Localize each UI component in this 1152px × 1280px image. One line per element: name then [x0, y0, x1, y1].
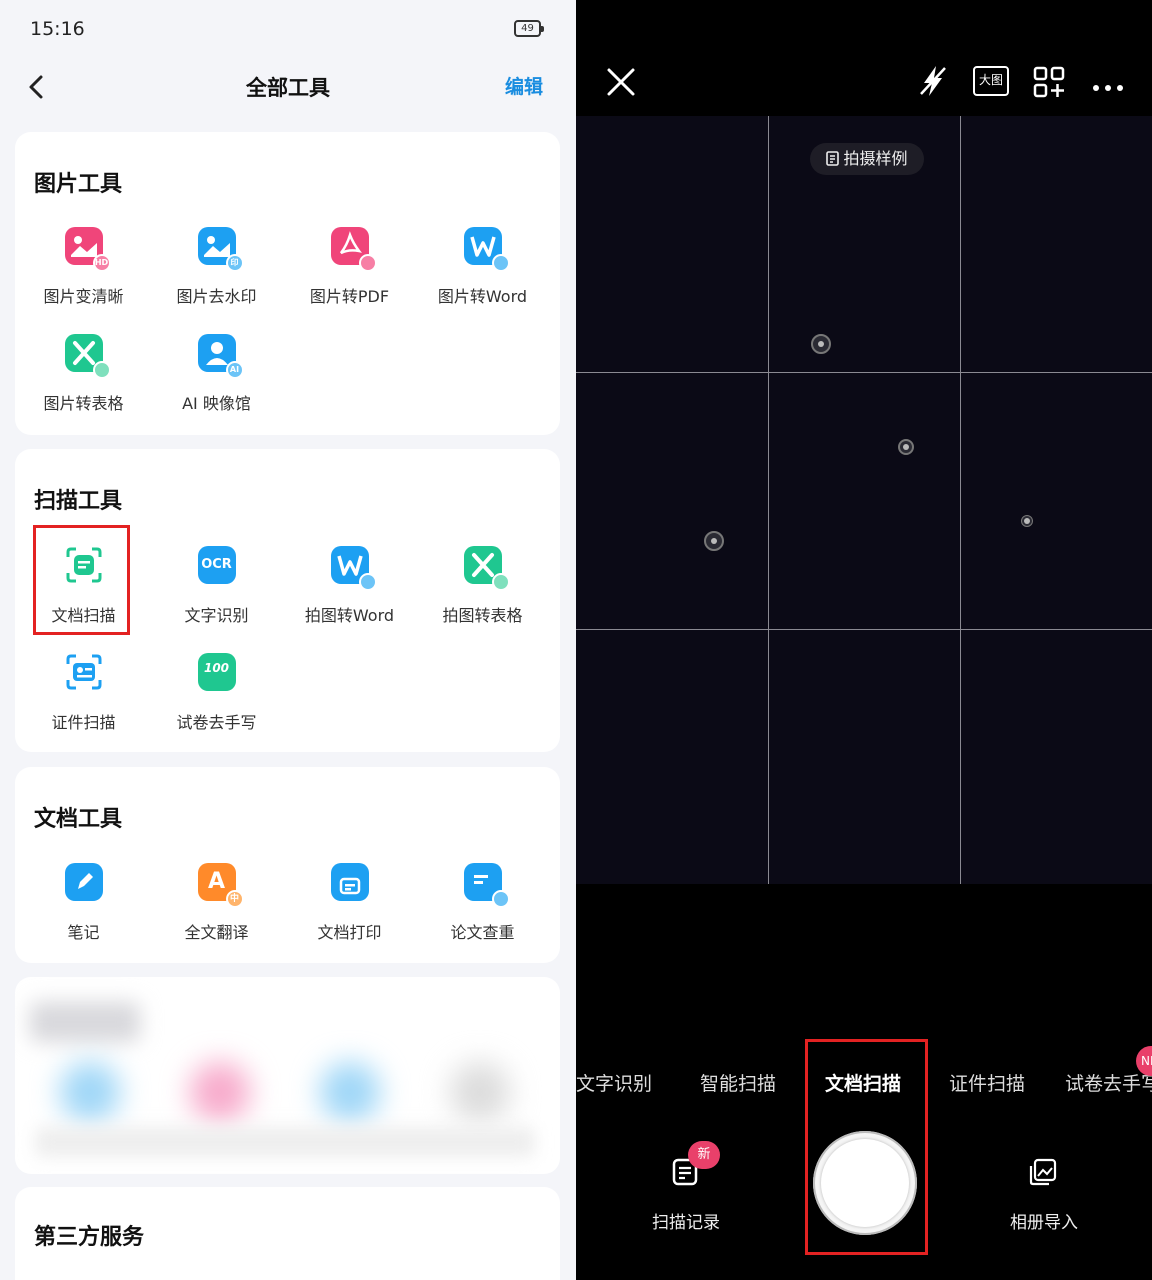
tool-note[interactable]: 笔记 [17, 863, 150, 943]
document-icon [826, 151, 840, 166]
translate-icon: A 中 [197, 863, 244, 908]
section-title: 扫描工具 [34, 489, 123, 514]
tool-exam-handwriting[interactable]: 100 试卷去手写 [150, 653, 283, 733]
tool-id-scan[interactable]: 证件扫描 [17, 653, 150, 733]
plagiarism-check-icon [463, 863, 510, 908]
highlight-box [805, 1039, 928, 1255]
close-icon [607, 68, 635, 96]
image-word-icon [463, 227, 510, 272]
tool-label: 文字识别 [184, 606, 249, 625]
light-dot [1021, 515, 1033, 527]
tool-label: 试卷去手写 [176, 713, 257, 732]
image-watermark-icon: 印 [197, 227, 244, 272]
all-tools-screen: 15:16 49 全部工具 编辑 图片工具 HD 图片变清晰 印 图片去水印 图… [0, 0, 576, 1280]
mode-exam-handwriting[interactable]: 试卷去手写 [1065, 1069, 1152, 1096]
more-button[interactable] [1092, 77, 1124, 96]
flash-off-button[interactable] [917, 64, 949, 102]
tool-label: 图片转PDF [309, 287, 390, 306]
note-icon [64, 863, 103, 901]
album-import-button[interactable] [1029, 1158, 1057, 1190]
tool-image-watermark[interactable]: 印 图片去水印 [150, 227, 283, 307]
grid-line [576, 372, 1152, 373]
tool-image-excel[interactable]: 图片转表格 [17, 334, 150, 414]
image-pdf-icon [330, 227, 377, 272]
tool-label: 文档打印 [317, 923, 382, 942]
tool-label: 图片转表格 [43, 394, 124, 413]
mode-ocr[interactable]: 文字识别 [576, 1069, 652, 1096]
tool-image-pdf[interactable]: 图片转PDF [283, 227, 416, 307]
grid-line [576, 629, 1152, 630]
light-dot [898, 439, 914, 455]
grid-add-icon [1033, 66, 1065, 98]
mode-id-scan[interactable]: 证件扫描 [949, 1069, 1025, 1096]
tool-ocr[interactable]: OCR 文字识别 [150, 546, 283, 626]
more-icon [1093, 85, 1123, 91]
highlight-box [33, 525, 130, 635]
id-scan-icon [65, 653, 103, 691]
battery-icon: 49 [514, 20, 544, 37]
tool-label: 图片转Word [437, 287, 528, 306]
exam-handwriting-icon: 100 [197, 653, 236, 691]
section-title: 第三方服务 [34, 1225, 145, 1250]
close-button[interactable] [606, 67, 636, 101]
photo-excel-icon [463, 546, 510, 591]
grid-add-button[interactable] [1033, 66, 1065, 102]
tool-ai-portrait[interactable]: AI AI 映像馆 [150, 334, 283, 414]
tool-image-word[interactable]: 图片转Word [416, 227, 549, 307]
image-tools-card: 图片工具 HD 图片变清晰 印 图片去水印 图片转PDF 图片转Word 图片转… [15, 132, 560, 435]
flash-off-icon [920, 66, 946, 96]
image-excel-icon [64, 334, 111, 379]
tool-photo-word[interactable]: 拍图转Word [283, 546, 416, 626]
tool-label: 全文翻译 [184, 923, 249, 942]
ai-portrait-icon: AI [197, 334, 244, 379]
tool-print[interactable]: 文档打印 [283, 863, 416, 943]
tool-image-hd[interactable]: HD 图片变清晰 [17, 227, 150, 307]
page-title: 全部工具 [246, 76, 330, 100]
tool-label: 证件扫描 [51, 713, 116, 732]
tool-plagiarism-check[interactable]: 论文查重 [416, 863, 549, 943]
big-image-button[interactable]: 大图 [973, 66, 1009, 96]
tool-label: 笔记 [67, 923, 100, 942]
third-party-card: 第三方服务 [15, 1187, 560, 1280]
mode-smart-scan[interactable]: 智能扫描 [700, 1069, 776, 1096]
edit-button[interactable]: 编辑 [505, 72, 543, 99]
tool-label: 图片变清晰 [43, 287, 124, 306]
sample-button[interactable]: 拍摄样例 [810, 143, 924, 175]
image-hd-icon: HD [64, 227, 111, 272]
tool-label: 图片去水印 [176, 287, 257, 306]
tool-label: 论文查重 [450, 923, 515, 942]
scan-records-label: 扫描记录 [652, 1213, 720, 1233]
section-title: 图片工具 [34, 172, 123, 197]
tool-label: AI 映像馆 [182, 394, 251, 413]
light-dot [811, 334, 831, 354]
tool-label: 拍图转Word [304, 606, 395, 625]
light-dot [704, 531, 724, 551]
album-icon [1029, 1158, 1057, 1186]
tool-translate[interactable]: A 中 全文翻译 [150, 863, 283, 943]
camera-viewfinder[interactable] [576, 116, 1152, 884]
sample-label: 拍摄样例 [843, 149, 908, 168]
status-time: 15:16 [30, 18, 85, 40]
print-icon [330, 863, 369, 901]
camera-screen: 大图 拍摄样例 文字识别 智能扫描 文档扫描 证件扫描 试卷去手写 NE 新 扫… [576, 0, 1152, 1280]
tool-label: 拍图转表格 [442, 606, 523, 625]
tool-photo-excel[interactable]: 拍图转表格 [416, 546, 549, 626]
blurred-section [15, 977, 560, 1174]
grid-line [768, 116, 769, 884]
photo-word-icon [330, 546, 377, 591]
new-badge: 新 [688, 1141, 720, 1169]
section-title: 文档工具 [34, 807, 123, 832]
album-import-label: 相册导入 [1010, 1213, 1078, 1233]
grid-line [960, 116, 961, 884]
ocr-icon: OCR [197, 546, 236, 584]
doc-tools-card: 文档工具 笔记 A 中 全文翻译 文档打印 论文查重 [15, 767, 560, 963]
